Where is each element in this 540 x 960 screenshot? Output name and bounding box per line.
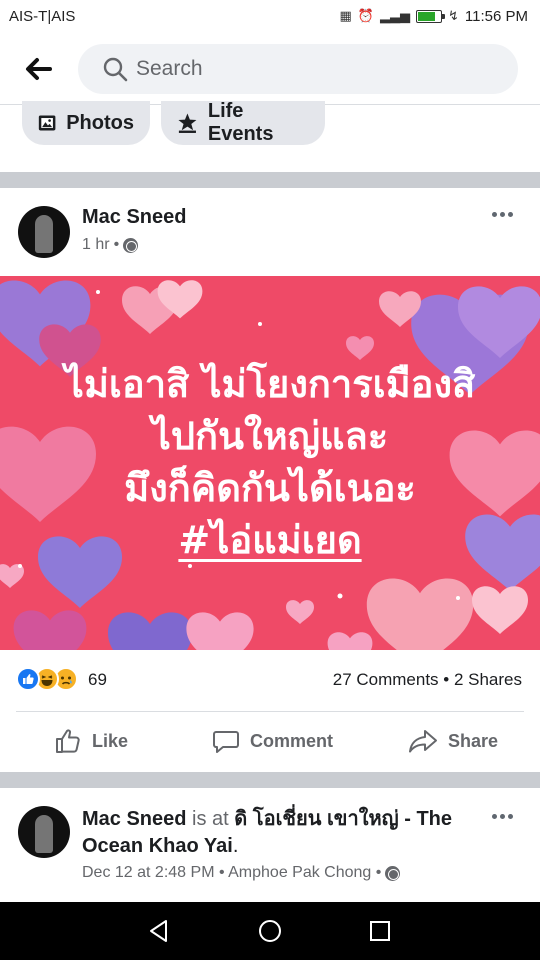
post-connector: is at xyxy=(192,808,229,830)
reaction-icons xyxy=(16,667,78,691)
like-button[interactable]: Like xyxy=(54,712,128,770)
carrier-label: AIS-T|AIS xyxy=(9,8,76,25)
nav-home-icon[interactable] xyxy=(257,918,283,944)
reaction-count[interactable]: 69 xyxy=(88,670,107,690)
battery-icon xyxy=(416,10,445,23)
avatar[interactable] xyxy=(18,806,70,858)
post-meta: Dec 12 at 2:48 PM • Amphoe Pak Chong • xyxy=(82,864,401,882)
reactions-summary[interactable]: 69 27 Comments • 2 Shares xyxy=(0,662,540,698)
post-meta-text[interactable]: Dec 12 at 2:48 PM • Amphoe Pak Chong • xyxy=(82,864,381,882)
image-caption-line: ไปกันใหญ่และ xyxy=(151,414,389,458)
share-button[interactable]: Share xyxy=(408,712,498,770)
comment-label: Comment xyxy=(250,730,334,751)
more-options-icon[interactable] xyxy=(488,204,516,224)
like-reaction-icon xyxy=(16,667,40,691)
search-header xyxy=(0,34,540,104)
like-icon xyxy=(56,729,80,753)
nav-recents-icon[interactable] xyxy=(367,918,393,944)
clock: 11:56 PM xyxy=(464,8,528,25)
globe-icon xyxy=(385,865,401,881)
life-events-icon xyxy=(178,113,197,133)
photos-icon xyxy=(38,115,56,131)
life-events-chip-label: Life Events xyxy=(207,100,274,145)
post-actions: Like Comment Share xyxy=(0,712,540,770)
search-icon xyxy=(103,57,128,82)
comment-icon xyxy=(213,731,239,753)
post-header-text: Mac Sneed is at ดิ โอเชี่ยน เขาใหญ่ - Th… xyxy=(82,806,462,860)
post-author[interactable]: Mac Sneed xyxy=(82,206,186,229)
post-image[interactable]: ไม่เอาสิ ไม่โยงการเมืองสิ ไปกันใหญ่และ ม… xyxy=(0,276,540,650)
share-icon xyxy=(409,730,437,753)
search-box[interactable] xyxy=(78,44,518,94)
more-options-icon[interactable] xyxy=(488,806,516,826)
vibrate-icon: ▦ xyxy=(339,9,352,24)
life-events-chip[interactable]: Life Events xyxy=(161,100,325,145)
status-icons: ▦ ⏰ ▂▃▅ ↯ 11:56 PM xyxy=(340,8,528,25)
share-label: Share xyxy=(448,730,499,751)
photos-chip-label: Photos xyxy=(66,111,134,134)
like-label: Like xyxy=(92,730,129,751)
alarm-icon: ⏰ xyxy=(357,9,374,24)
image-caption-line: มึงก็คิดกันได้เนอะ xyxy=(124,466,416,510)
post-meta: 1 hr • xyxy=(82,236,139,254)
profile-chips-row: Photos Life Events xyxy=(0,100,540,172)
period: . xyxy=(232,835,239,857)
signal-icon: ▂▃▅ xyxy=(380,9,410,24)
section-divider xyxy=(0,172,540,188)
globe-icon xyxy=(123,237,139,253)
back-arrow-icon[interactable] xyxy=(20,52,56,86)
image-caption-line: ไม่เอาสิ ไม่โยงการเมืองสิ xyxy=(64,362,476,406)
image-caption: ไม่เอาสิ ไม่โยงการเมืองสิ ไปกันใหญ่และ ม… xyxy=(0,358,540,566)
meta-separator: • xyxy=(113,236,120,253)
navigation-bar xyxy=(0,902,540,960)
comment-button[interactable]: Comment xyxy=(212,712,333,770)
post-author[interactable]: Mac Sneed xyxy=(82,808,186,830)
image-hashtag[interactable]: #ไอ่แม่เยด xyxy=(178,518,361,562)
post: Mac Sneed 1 hr • ไม่เอาสิ ไม่โยงการเมือง… xyxy=(0,188,540,772)
photos-chip[interactable]: Photos xyxy=(22,101,150,145)
comments-shares-count[interactable]: 27 Comments • 2 Shares xyxy=(333,670,522,690)
post: Mac Sneed is at ดิ โอเชี่ยน เขาใหญ่ - Th… xyxy=(0,788,540,902)
avatar[interactable] xyxy=(18,206,70,258)
nav-back-icon[interactable] xyxy=(146,918,172,944)
search-input[interactable] xyxy=(136,44,496,94)
status-bar: AIS-T|AIS ▦ ⏰ ▂▃▅ ↯ 11:56 PM xyxy=(0,0,540,34)
place-name-thai[interactable]: ดิ โอเชี่ยน เขาใหญ่ - xyxy=(234,808,411,830)
post-time[interactable]: 1 hr xyxy=(82,236,110,254)
charging-icon: ↯ xyxy=(448,9,459,24)
section-divider xyxy=(0,772,540,788)
